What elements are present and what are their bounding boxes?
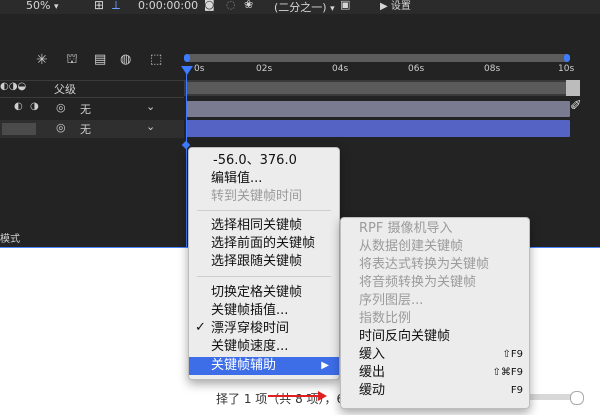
submenu-item-easy-ease-out[interactable]: 缓出 ⇧⌘F9: [341, 364, 529, 382]
layer-row[interactable]: ◐ ◑ ◎ 无 ⌄: [0, 100, 184, 118]
chevron-down-icon[interactable]: ⌄: [146, 120, 155, 133]
parent-value[interactable]: 无: [80, 101, 91, 117]
shy-layer-icon[interactable]: ✳: [36, 52, 48, 68]
submenu-item-easy-ease-in[interactable]: 缓入 ⇧F9: [341, 346, 529, 364]
menu-item-toggle-hold[interactable]: 切换定格关键帧: [189, 284, 339, 302]
red-arrow-head: [318, 391, 327, 401]
playhead-handle[interactable]: [181, 66, 193, 75]
motion-blur-icon[interactable]: ▤: [94, 52, 106, 67]
settings-tab[interactable]: ▶ 设置: [380, 0, 411, 12]
layer-switch-box[interactable]: [2, 123, 36, 135]
layer-bar-selected[interactable]: [186, 120, 570, 137]
layer-row[interactable]: ◎ 无 ⌄: [0, 120, 184, 138]
menu-item-select-same[interactable]: 选择相同关键帧: [189, 217, 339, 235]
menu-separator: [197, 276, 331, 277]
menu-item-label: 缓入: [359, 347, 386, 362]
menu-item-edit-value[interactable]: 编辑值...: [189, 170, 339, 188]
solo-icon[interactable]: ◐: [14, 101, 23, 112]
menu-item-interpolation[interactable]: 关键帧插值...: [189, 302, 339, 320]
menu-item-goto-keyframe-time[interactable]: 转到关键帧时间: [189, 188, 339, 206]
time-ruler[interactable]: 0s 02s 04s 06s 08s 10s: [184, 63, 574, 79]
zoom-select[interactable]: 50% ▾: [26, 0, 58, 12]
work-area-bar[interactable]: [184, 54, 570, 62]
parent-header: 父级: [54, 83, 76, 96]
zoom-slider-knob[interactable]: [570, 391, 584, 405]
camera-icon[interactable]: ◙: [204, 0, 215, 11]
switch-icons: ◐◑◒: [0, 81, 27, 92]
region-icon[interactable]: ▣: [340, 0, 350, 11]
keyframe-assistant-submenu: RPF 摄像机导入 从数据创建关键帧 将表达式转换为关键帧 将音频转换为关键帧 …: [340, 217, 530, 409]
lock-icon[interactable]: ◑: [30, 101, 39, 112]
menu-item-label: 关键帧辅助: [211, 358, 277, 373]
chevron-down-icon[interactable]: ⌄: [146, 100, 155, 113]
menu-item-keyframe-assistant[interactable]: 关键帧辅助 ▶: [189, 357, 339, 375]
graph-editor-icon[interactable]: ◍: [120, 52, 131, 67]
menu-item-select-following[interactable]: 选择跟随关键帧: [189, 253, 339, 271]
pickwhip-icon[interactable]: ◎: [56, 101, 66, 114]
playhead-line: [186, 66, 187, 256]
menu-item-velocity[interactable]: 关键帧速度...: [189, 338, 339, 356]
frame-blend-icon[interactable]: ⛫: [66, 52, 78, 69]
tick-label: 02s: [256, 64, 273, 74]
tick-label: 0s: [194, 64, 205, 74]
shortcut-label: F9: [510, 385, 523, 396]
resolution-select[interactable]: (二分之一) ▾: [274, 0, 335, 15]
submenu-arrow-icon: ▶: [321, 360, 329, 371]
submenu-item-exponential-scale[interactable]: 指数比例: [341, 310, 529, 328]
submenu-item-time-reverse[interactable]: 时间反向关键帧: [341, 328, 529, 346]
menu-item-value[interactable]: -56.0、376.0: [189, 152, 339, 170]
tick-label: 06s: [408, 64, 425, 74]
tick-label: 10s: [558, 64, 575, 74]
menu-item-rove-across-time[interactable]: 漂浮穿梭时间: [189, 320, 339, 338]
menu-item-label: 缓出: [359, 365, 386, 380]
zoom-slider[interactable]: [528, 394, 576, 400]
tick-label: 04s: [332, 64, 349, 74]
tick-label: 08s: [484, 64, 501, 74]
keyframe-context-menu: -56.0、376.0 编辑值... 转到关键帧时间 选择相同关键帧 选择前面的…: [188, 147, 340, 380]
mask-icon[interactable]: ⟂: [112, 0, 120, 13]
grid-icon[interactable]: ⊞: [94, 0, 104, 12]
shortcut-label: ⇧F9: [502, 349, 524, 360]
shortcut-label: ⇧⌘F9: [492, 367, 524, 378]
timecode-display[interactable]: 0:00:00:00: [138, 0, 198, 12]
pencil-icon[interactable]: ✐: [570, 98, 582, 114]
submenu-item-from-data[interactable]: 从数据创建关键帧: [341, 238, 529, 256]
submenu-item-sequence-layers[interactable]: 序列图层...: [341, 292, 529, 310]
status-text: 择了 1 项（共 8 项），62: [216, 392, 352, 406]
work-area-end-handle[interactable]: [564, 54, 570, 62]
comp-flowchart-icon[interactable]: ⬚: [150, 52, 162, 67]
red-arrow-shaft: [268, 395, 320, 397]
color-channel-icon[interactable]: ❀: [244, 0, 253, 11]
submenu-item-easy-ease[interactable]: 缓动 F9: [341, 382, 529, 400]
submenu-item-rpf-camera[interactable]: RPF 摄像机导入: [341, 220, 529, 238]
menu-separator: [197, 210, 331, 211]
menu-item-label: 缓动: [359, 383, 386, 398]
comp-bar: [186, 82, 568, 94]
menu-item-select-previous[interactable]: 选择前面的关键帧: [189, 235, 339, 253]
submenu-item-audio-to-keyframes[interactable]: 将音频转换为关键帧: [341, 274, 529, 292]
submenu-item-expression-to-keyframes[interactable]: 将表达式转换为关键帧: [341, 256, 529, 274]
viewer-toolbar: 50% ▾ ⊞ ⟂ 0:00:00:00 ◙ ◌ ❀ (二分之一) ▾ ▣ ▶ …: [0, 0, 600, 14]
layer-bar[interactable]: [186, 101, 570, 117]
pickwhip-icon[interactable]: ◎: [56, 121, 66, 134]
work-area-start-handle[interactable]: [184, 54, 190, 62]
layer-header-row: ◐◑◒ 父级: [0, 80, 184, 98]
mode-label: 模式: [0, 234, 20, 245]
parent-value[interactable]: 无: [80, 121, 91, 137]
toggle-icon[interactable]: ◌: [226, 0, 236, 11]
comp-end-marker: [566, 80, 580, 96]
